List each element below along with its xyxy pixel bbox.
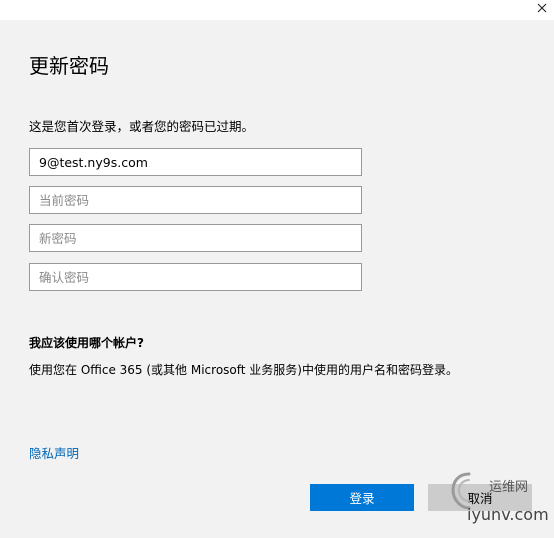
new-password-field[interactable]: [29, 224, 362, 252]
sign-in-button[interactable]: 登录: [310, 484, 414, 511]
update-password-window: 更新密码 这是您首次登录，或者您的密码已过期。 我应该使用哪个帐户? 使用您在 …: [0, 0, 554, 538]
page-title: 更新密码: [29, 54, 109, 78]
account-field[interactable]: [29, 148, 362, 176]
close-button[interactable]: [532, 0, 552, 16]
watermark-domain: iyunv.com: [467, 505, 549, 524]
confirm-password-field[interactable]: [29, 263, 362, 291]
title-bar: [0, 0, 554, 20]
dialog-content: 更新密码 这是您首次登录，或者您的密码已过期。 我应该使用哪个帐户? 使用您在 …: [0, 20, 554, 538]
help-question: 我应该使用哪个帐户?: [29, 336, 144, 350]
current-password-field[interactable]: [29, 186, 362, 214]
close-icon: [537, 3, 547, 13]
intro-text: 这是您首次登录，或者您的密码已过期。: [29, 119, 255, 134]
help-answer: 使用您在 Office 365 (或其他 Microsoft 业务服务)中使用的…: [29, 363, 458, 377]
watermark: 运维网 iyunv.com: [445, 470, 554, 536]
watermark-text: 运维网: [489, 480, 529, 495]
privacy-link[interactable]: 隐私声明: [29, 446, 79, 462]
